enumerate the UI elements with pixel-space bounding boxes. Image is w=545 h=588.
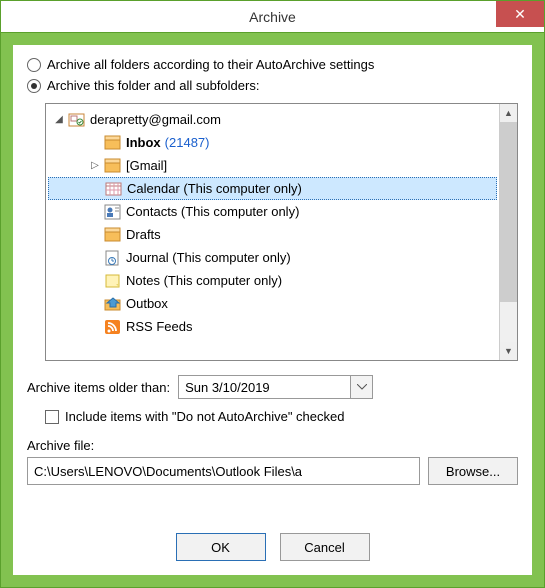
tree-rss-label: RSS Feeds	[126, 319, 192, 334]
tree-item-gmail[interactable]: ▷ [Gmail]	[48, 154, 497, 177]
titlebar: Archive ✕	[1, 1, 544, 33]
inner-panel: Archive all folders according to their A…	[13, 45, 532, 575]
tree-drafts-label: Drafts	[126, 227, 161, 242]
radio-archive-this-label: Archive this folder and all subfolders:	[47, 78, 259, 93]
folder-icon	[104, 227, 122, 243]
date-dropdown-button[interactable]	[350, 376, 372, 398]
radio-archive-this-row[interactable]: Archive this folder and all subfolders:	[27, 78, 518, 93]
archive-file-value: C:\Users\LENOVO\Documents\Outlook Files\…	[34, 464, 302, 479]
inbox-icon	[104, 135, 122, 151]
ok-button[interactable]: OK	[176, 533, 266, 561]
archive-file-row: C:\Users\LENOVO\Documents\Outlook Files\…	[27, 457, 518, 485]
outbox-icon	[104, 296, 122, 312]
calendar-icon	[105, 181, 123, 197]
radio-archive-all-label: Archive all folders according to their A…	[47, 57, 374, 72]
contacts-icon	[104, 204, 122, 220]
tree-item-calendar[interactable]: Calendar (This computer only)	[48, 177, 497, 200]
window-title: Archive	[249, 9, 296, 25]
tree-journal-label: Journal (This computer only)	[126, 250, 291, 265]
tree-inbox-label: Inbox	[126, 135, 161, 150]
folder-icon	[104, 158, 122, 174]
notes-icon	[104, 273, 122, 289]
tree-scrollbar[interactable]: ▲ ▼	[499, 104, 517, 360]
scroll-down-button[interactable]: ▼	[500, 342, 517, 360]
tree-inbox-count: (21487)	[165, 135, 210, 150]
scroll-track[interactable]	[500, 122, 517, 342]
rss-icon	[104, 319, 122, 335]
tree-contacts-label: Contacts (This computer only)	[126, 204, 299, 219]
older-than-value: Sun 3/10/2019	[179, 380, 350, 395]
scroll-thumb[interactable]	[500, 122, 517, 302]
caret-down-icon[interactable]: ◢	[54, 115, 64, 125]
include-checkbox-row[interactable]: Include items with "Do not AutoArchive" …	[45, 409, 518, 424]
archive-file-input[interactable]: C:\Users\LENOVO\Documents\Outlook Files\…	[27, 457, 420, 485]
dialog-buttons: OK Cancel	[27, 533, 518, 563]
cancel-button[interactable]: Cancel	[280, 533, 370, 561]
close-button[interactable]: ✕	[496, 1, 544, 27]
radio-archive-all[interactable]	[27, 58, 41, 72]
tree-notes-label: Notes (This computer only)	[126, 273, 282, 288]
include-checkbox[interactable]	[45, 410, 59, 424]
tree-account-row[interactable]: ◢ derapretty@gmail.com	[48, 108, 497, 131]
tree-gmail-label: [Gmail]	[126, 158, 167, 173]
tree-item-journal[interactable]: Journal (This computer only)	[48, 246, 497, 269]
include-checkbox-label: Include items with "Do not AutoArchive" …	[65, 409, 344, 424]
tree-item-notes[interactable]: Notes (This computer only)	[48, 269, 497, 292]
caret-right-icon[interactable]: ▷	[90, 161, 100, 171]
tree-item-drafts[interactable]: Drafts	[48, 223, 497, 246]
account-icon	[68, 112, 86, 128]
radio-archive-all-row[interactable]: Archive all folders according to their A…	[27, 57, 518, 72]
content-frame: Archive all folders according to their A…	[1, 33, 544, 587]
close-icon: ✕	[514, 6, 526, 23]
scroll-up-button[interactable]: ▲	[500, 104, 517, 122]
journal-icon	[104, 250, 122, 266]
archive-file-label: Archive file:	[27, 438, 518, 453]
tree-outbox-label: Outbox	[126, 296, 168, 311]
browse-button[interactable]: Browse...	[428, 457, 518, 485]
tree-item-rss[interactable]: RSS Feeds	[48, 315, 497, 338]
older-than-input[interactable]: Sun 3/10/2019	[178, 375, 373, 399]
tree-account-label: derapretty@gmail.com	[90, 112, 221, 127]
archive-dialog: Archive ✕ Archive all folders according …	[0, 0, 545, 588]
older-than-label: Archive items older than:	[27, 380, 170, 395]
chevron-down-icon	[357, 384, 367, 390]
tree-item-contacts[interactable]: Contacts (This computer only)	[48, 200, 497, 223]
older-than-row: Archive items older than: Sun 3/10/2019	[27, 375, 518, 399]
folder-tree[interactable]: ◢ derapretty@gmail.com Inbox (21487)	[45, 103, 518, 361]
tree-item-inbox[interactable]: Inbox (21487)	[48, 131, 497, 154]
tree-calendar-label: Calendar (This computer only)	[127, 181, 302, 196]
radio-archive-this[interactable]	[27, 79, 41, 93]
tree-item-outbox[interactable]: Outbox	[48, 292, 497, 315]
